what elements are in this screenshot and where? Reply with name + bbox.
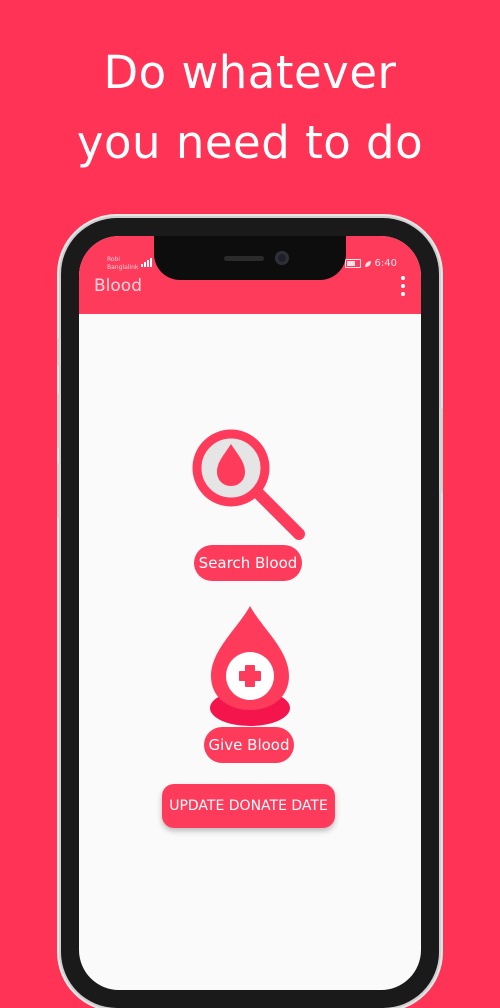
status-right: 6:40 [344,258,397,269]
leaf-icon [364,260,371,267]
phone-frame: Robi Banglalink 6:40 Blood Search Blood … [57,218,443,1008]
carrier-2: Banglalink [107,264,139,271]
app-title: Blood [94,276,142,296]
blood-search-icon[interactable] [191,428,309,548]
main-content: Search Blood Give Blood UPDATE DONATE DA… [79,314,421,990]
blood-donate-icon[interactable] [205,604,295,732]
phone-power-button [439,408,443,493]
phone-screen: Robi Banglalink 6:40 Blood Search Blood … [79,236,421,990]
search-blood-button[interactable]: Search Blood [194,545,302,581]
signal-icon [141,258,155,269]
carrier-info: Robi Banglalink [107,256,138,272]
give-blood-button[interactable]: Give Blood [204,727,294,763]
promo-headline: Do whatever you need to do [0,38,500,178]
front-camera [275,251,289,265]
promo-headline-line-2: you need to do [76,116,424,169]
status-time: 6:40 [374,258,397,269]
battery-icon [344,259,361,268]
phone-volume-up-button [57,393,61,448]
phone-volume-down-button [57,463,61,518]
speaker-grille [224,256,264,261]
promo-headline-line-1: Do whatever [103,46,397,99]
phone-notch [154,236,346,280]
phone-side-button [57,338,61,366]
update-donate-date-button[interactable]: UPDATE DONATE DATE [162,784,335,828]
carrier-1: Robi [107,256,121,263]
more-vert-icon[interactable] [397,276,409,296]
app-bar: Robi Banglalink 6:40 Blood [79,236,421,314]
